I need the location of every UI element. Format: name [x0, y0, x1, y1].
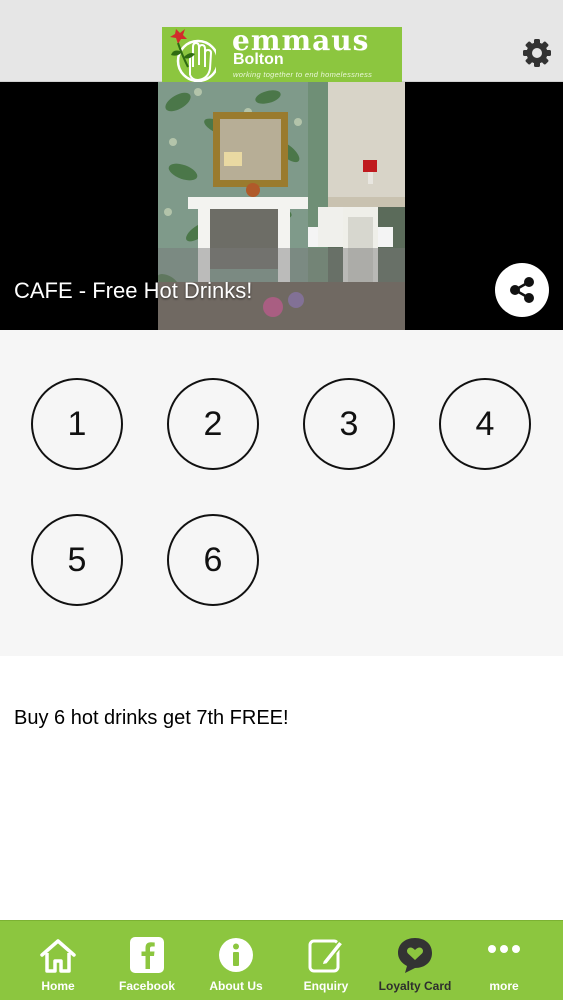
hero-banner: CAFE - Free Hot Drinks!: [0, 82, 563, 330]
stamp-6[interactable]: 6: [167, 514, 259, 606]
info-icon: [219, 938, 253, 972]
stamp-5[interactable]: 5: [31, 514, 123, 606]
gear-icon[interactable]: [520, 36, 554, 70]
tab-loyalty-card[interactable]: Loyalty Card: [370, 921, 460, 1001]
tab-loyalty-card-label: Loyalty Card: [378, 979, 452, 993]
hero-title: CAFE - Free Hot Drinks!: [14, 278, 253, 303]
facebook-icon: [130, 937, 164, 973]
rose-hand-logo-icon: [170, 29, 216, 82]
stamp-4[interactable]: 4: [439, 378, 531, 470]
bottom-tab-bar: Home Facebook About Us Enquiry Loyalty C…: [0, 920, 563, 1000]
home-icon: [40, 939, 76, 973]
tab-enquiry[interactable]: Enquiry: [281, 921, 371, 1001]
tab-about-us[interactable]: About Us: [191, 921, 281, 1001]
emmaus-bolton-logo: emmaus Bolton working together to end ho…: [162, 27, 402, 82]
share-icon: [510, 277, 534, 303]
heart-bubble-icon: [398, 938, 432, 973]
tab-enquiry-label: Enquiry: [303, 979, 349, 993]
loyalty-description: Buy 6 hot drinks get 7th FREE!: [14, 707, 289, 729]
more-icon: [488, 945, 520, 953]
app-header: emmaus Bolton working together to end ho…: [0, 0, 563, 82]
tab-more[interactable]: more: [459, 921, 549, 1001]
tab-facebook-label: Facebook: [118, 979, 175, 993]
stamp-2[interactable]: 2: [167, 378, 259, 470]
brand-tagline: working together to end homelessness: [233, 70, 373, 79]
tab-home[interactable]: Home: [13, 921, 103, 1001]
brand-city: Bolton: [233, 51, 284, 68]
tab-facebook[interactable]: Facebook: [102, 921, 192, 1001]
share-button[interactable]: [495, 263, 549, 317]
edit-icon: [308, 939, 345, 973]
tab-home-label: Home: [41, 979, 75, 993]
tab-more-label: more: [489, 979, 519, 993]
tab-about-us-label: About Us: [209, 979, 263, 993]
stamp-3[interactable]: 3: [303, 378, 395, 470]
loyalty-stamp-grid: 1 2 3 4 5 6: [0, 330, 563, 656]
stamp-1[interactable]: 1: [31, 378, 123, 470]
